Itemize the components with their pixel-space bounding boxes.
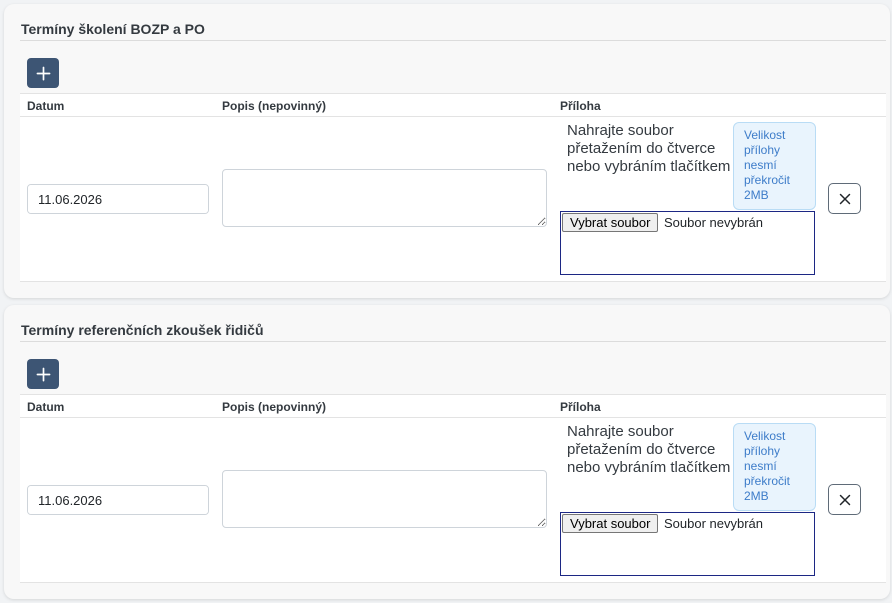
add-row-button[interactable] (27, 58, 59, 88)
file-status: Soubor nevybrán (664, 215, 764, 230)
close-icon (839, 494, 850, 505)
description-textarea[interactable] (222, 169, 547, 227)
file-drop-zone[interactable]: Vybrat soubor Soubor nevybrán (560, 211, 815, 275)
row-divider (20, 582, 886, 583)
remove-row-button[interactable] (828, 484, 861, 515)
date-picker (27, 485, 209, 515)
remove-row-button[interactable] (828, 183, 861, 214)
column-header-description: Popis (nepovinný) (222, 99, 327, 113)
section-title: Termíny referenčních zkoušek řidičů (21, 322, 264, 338)
column-header-date: Datum (27, 400, 65, 414)
choose-file-button[interactable]: Vybrat soubor (562, 514, 659, 533)
section-title: Termíny školení BOZP a PO (21, 21, 205, 37)
date-picker (27, 184, 209, 214)
plus-icon (36, 367, 50, 381)
date-input[interactable] (28, 185, 208, 213)
column-header-date: Datum (27, 99, 65, 113)
file-size-note: Velikost přílohy nesmí překročit 2MB (733, 423, 816, 511)
column-header-description: Popis (nepovinný) (222, 400, 327, 414)
terms-table: Datum Popis (nepovinný) Příloha Nahrajte… (20, 394, 886, 583)
column-header-attachment: Příloha (560, 400, 601, 414)
row-divider (20, 281, 886, 282)
drop-instructions: Nahrajte soubor přetažením do čtverce ne… (567, 423, 731, 476)
file-size-note: Velikost přílohy nesmí překročit 2MB (733, 122, 816, 210)
title-divider (20, 341, 886, 342)
description-textarea[interactable] (222, 470, 547, 528)
choose-file-button[interactable]: Vybrat soubor (562, 213, 659, 232)
drop-instructions: Nahrajte soubor přetažením do čtverce ne… (567, 122, 731, 175)
terms-table: Datum Popis (nepovinný) Příloha Nahrajte… (20, 93, 886, 282)
section-driver-reference-exams: Termíny referenčních zkoušek řidičů Datu… (4, 305, 890, 599)
file-drop-zone[interactable]: Vybrat soubor Soubor nevybrán (560, 512, 815, 576)
table-header: Datum Popis (nepovinný) Příloha (20, 93, 886, 117)
file-status: Soubor nevybrán (664, 516, 764, 531)
column-header-attachment: Příloha (560, 99, 601, 113)
date-input[interactable] (28, 486, 208, 514)
table-header: Datum Popis (nepovinný) Příloha (20, 394, 886, 418)
title-divider (20, 40, 886, 41)
add-row-button[interactable] (27, 359, 59, 389)
plus-icon (36, 66, 50, 80)
close-icon (839, 193, 850, 204)
section-bozp-training: Termíny školení BOZP a PO Datum Popis (n… (4, 4, 890, 298)
